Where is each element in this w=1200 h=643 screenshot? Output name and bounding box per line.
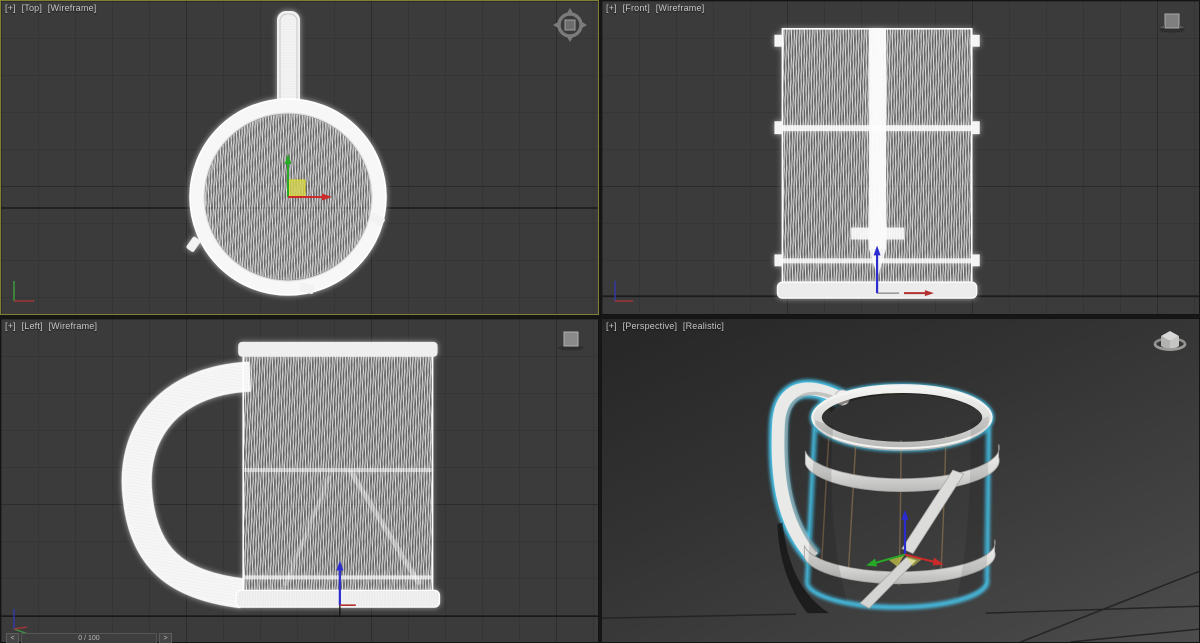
viewport-front-label: [+] [Front] [Wireframe] [606,3,707,13]
mug-top-wireframe[interactable] [186,11,387,296]
viewcube-front-icon[interactable] [1155,7,1189,37]
viewcube-perspective-icon[interactable] [1151,325,1189,359]
viewport-pov-menu[interactable]: [Top] [22,3,43,13]
viewcube-top-icon[interactable] [552,7,588,43]
world-axis-tripod [13,609,29,635]
next-frame-button[interactable]: > [159,633,172,643]
viewport-pov-menu[interactable]: [Front] [623,3,650,13]
time-slider-track[interactable]: 0 / 100 [21,633,157,643]
viewport-top-label: [+] [Top] [Wireframe] [5,3,99,13]
viewport-perspective-label: [+] [Perspective] [Realistic] [606,321,727,331]
viewport-pov-menu[interactable]: [Left] [22,321,43,331]
viewport-perspective-canvas[interactable] [602,319,1199,642]
viewport-layout: [+] [Top] [Wireframe] [+] [Front] [Wiref… [0,0,1200,643]
viewport-general-menu[interactable]: [+] [5,321,16,331]
viewport-left-label: [+] [Left] [Wireframe] [5,321,100,331]
viewport-top[interactable]: [+] [Top] [Wireframe] [0,0,599,315]
viewport-top-canvas[interactable] [1,1,598,314]
previous-frame-button[interactable]: < [6,633,19,643]
viewcube-left-icon[interactable] [554,325,588,355]
viewport-shading-menu[interactable]: [Realistic] [683,321,724,331]
viewport-pov-menu[interactable]: [Perspective] [623,321,678,331]
mug-left-wireframe[interactable] [121,341,441,609]
viewport-left[interactable]: [+] [Left] [Wireframe] [0,318,599,643]
viewport-shading-menu[interactable]: [Wireframe] [656,3,705,13]
viewport-left-canvas[interactable] [1,319,598,642]
viewport-front-canvas[interactable] [602,1,1199,314]
world-axis-tripod [13,281,34,302]
viewport-general-menu[interactable]: [+] [606,3,617,13]
world-axis-tripod [614,281,633,302]
viewport-shading-menu[interactable]: [Wireframe] [48,321,97,331]
viewport-general-menu[interactable]: [+] [5,3,16,13]
viewport-general-menu[interactable]: [+] [606,321,617,331]
viewport-front[interactable]: [+] [Front] [Wireframe] [601,0,1200,315]
viewport-perspective[interactable]: [+] [Perspective] [Realistic] [601,318,1200,643]
time-slider[interactable]: < 0 / 100 > [6,633,172,643]
viewport-shading-menu[interactable]: [Wireframe] [48,3,97,13]
